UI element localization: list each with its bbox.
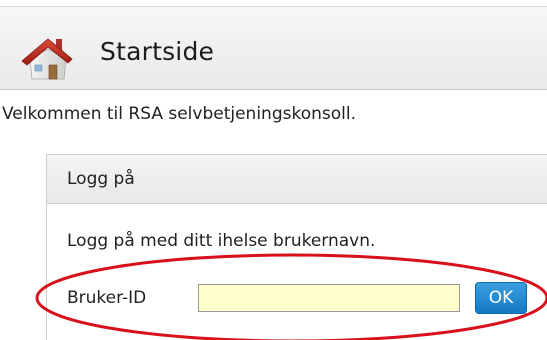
login-panel-header: Logg på [47,155,547,204]
page-header: Startside [0,6,547,90]
page: Startside Velkommen til RSA selvbetjenin… [0,0,547,340]
home-icon [21,38,73,80]
login-instruction: Logg på med ditt ihelse brukernavn. [67,231,376,251]
ok-button[interactable]: OK [475,282,527,314]
welcome-message: Velkommen til RSA selvbetjeningskonsoll. [2,104,356,124]
page-title: Startside [100,37,215,66]
login-panel-title: Logg på [67,169,135,189]
userid-input[interactable] [198,284,460,312]
login-panel: Logg på Logg på med ditt ihelse brukerna… [46,154,547,340]
userid-label: Bruker-ID [67,288,147,308]
